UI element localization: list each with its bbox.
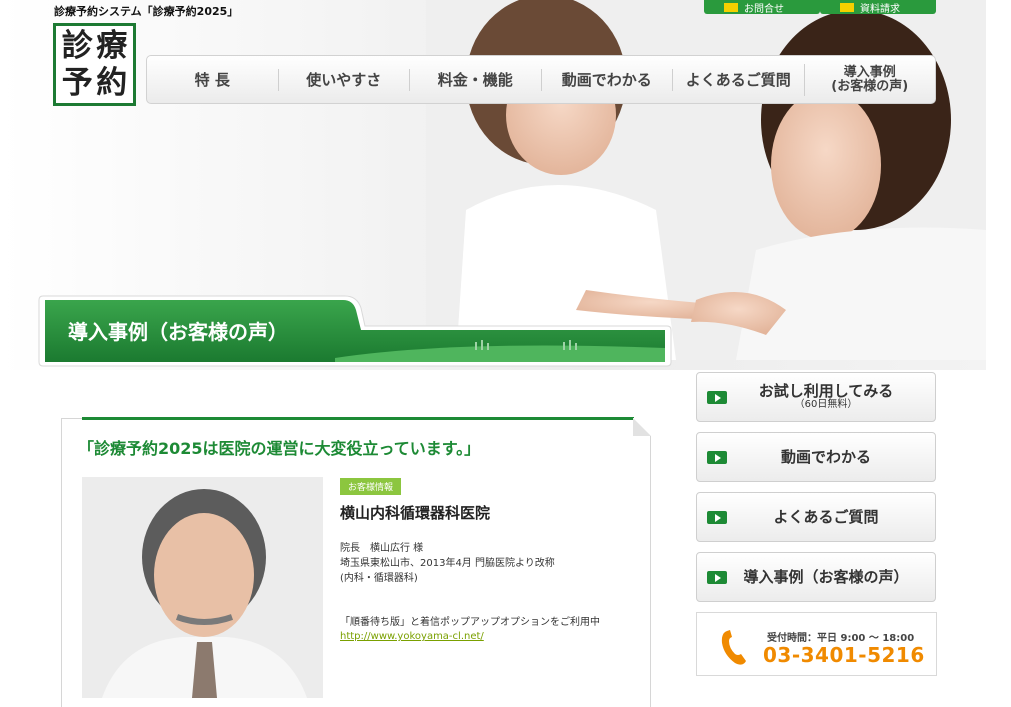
logo-char: 療 <box>96 28 128 64</box>
nav-faq[interactable]: よくあるご質問 <box>672 68 804 91</box>
trial-sub-label: （60日無料） <box>794 398 858 410</box>
phone-number[interactable]: 03-3401-5216 <box>763 643 925 667</box>
customer-info-tag: お客様情報 <box>340 478 402 495</box>
inquiry-button[interactable]: お問合せ <box>704 0 820 15</box>
side-trial-button[interactable]: お試し利用してみる （60日無料） <box>696 372 936 422</box>
page-title: 導入事例（お客様の声） <box>68 320 288 344</box>
play-icon <box>707 571 727 584</box>
nav-video[interactable]: 動画でわかる <box>540 68 673 91</box>
side-faq-label: よくあるご質問 <box>773 507 879 526</box>
business-hours: 受付時間：平日 9:00 ～ 18:00 <box>767 633 915 644</box>
nav-pricing[interactable]: 料金・機能 <box>409 68 541 91</box>
clinic-website-link[interactable]: http://www.yokoyama-cl.net/ <box>340 631 484 642</box>
arrow-icon <box>840 2 854 12</box>
play-icon <box>707 511 727 524</box>
side-video-label: 動画でわかる <box>780 447 871 466</box>
doctor-portrait <box>82 477 323 698</box>
clinic-info-line: 埼玉県東松山市、2013年4月 門脇医院より改称 <box>340 558 555 569</box>
global-nav: 特 長 使いやすさ 料金・機能 動画でわかる よくあるご質問 導入事例 (お客様… <box>146 55 936 104</box>
contact-box: 受付時間：平日 9:00 ～ 18:00 03-3401-5216 <box>696 612 937 676</box>
top-buttons: お問合せ 資料請求 <box>704 0 936 15</box>
clinic-info-line: 院長 横山広行 様 <box>340 543 424 554</box>
clinic-info: 院長 横山広行 様 埼玉県東松山市、2013年4月 門脇医院より改称 (内科・循… <box>340 541 555 586</box>
inquiry-label: お問合せ <box>744 3 784 15</box>
nav-usability[interactable]: 使いやすさ <box>277 68 410 91</box>
arrow-icon <box>724 2 738 12</box>
site-title: 診療予約システム「診療予約2025」 <box>54 5 239 18</box>
side-button-label: お試し利用してみる （60日無料） <box>697 381 935 411</box>
usage-note: 「順番待ち版」と着信ポップアップオプションをご利用中 <box>340 617 600 628</box>
nav-case-studies[interactable]: 導入事例 (お客様の声) <box>803 63 936 96</box>
logo-char: 約 <box>96 64 128 101</box>
brochure-request-button[interactable]: 資料請求 <box>820 0 936 15</box>
clinic-info-line: (内科・循環器科) <box>340 573 418 584</box>
trial-label: お試し利用してみる <box>758 381 894 400</box>
clinic-name: 横山内科循環器科医院 <box>340 504 491 522</box>
side-faq-button[interactable]: よくあるご質問 <box>696 492 936 542</box>
doctor-photo <box>82 477 323 698</box>
logo-char: 診 <box>61 28 93 64</box>
case-study-card: 「診療予約2025は医院の運営に大変役立っています。」 お客様情報 横山内科循環… <box>61 417 651 707</box>
nav-features[interactable]: 特 長 <box>147 69 278 91</box>
play-icon <box>707 451 727 464</box>
card-corner-fold <box>633 418 651 436</box>
brochure-request-label: 資料請求 <box>860 3 900 15</box>
case-quote: 「診療予約2025は医院の運営に大変役立っています。」 <box>78 439 481 458</box>
card-accent <box>82 417 634 420</box>
logo-char: 予 <box>61 64 93 101</box>
side-video-button[interactable]: 動画でわかる <box>696 432 936 482</box>
logo[interactable]: 診 療 予 約 <box>53 23 136 106</box>
play-icon <box>707 391 727 404</box>
side-case-studies-label: 導入事例（お客様の声） <box>743 567 909 586</box>
side-case-studies-button[interactable]: 導入事例（お客様の声） <box>696 552 936 602</box>
phone-icon <box>721 630 746 665</box>
